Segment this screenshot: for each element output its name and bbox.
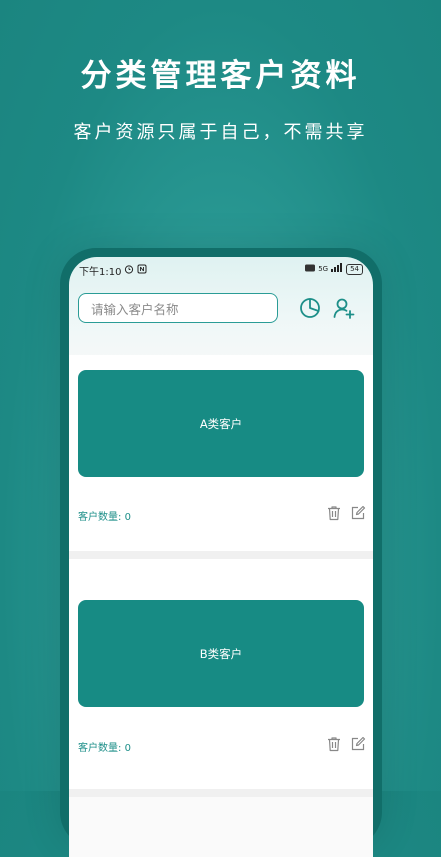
trash-icon[interactable] [326,505,342,521]
network-label: 5G [318,265,329,273]
search-input[interactable]: 请输入客户名称 [78,293,278,323]
section-divider [69,551,373,559]
status-time: 下午1:10 [79,267,122,278]
edit-icon[interactable] [350,736,366,752]
count-value: 0 [124,743,131,754]
customer-count-a: 客户数量: 0 [78,508,131,523]
count-value: 0 [124,512,131,523]
phone-frame: 下午1:10 5G 54 请输入客户名称 A类客户 客户数量: 0 B类客户 客… [60,248,382,857]
search-placeholder: 请输入客户名称 [91,301,179,317]
add-user-icon[interactable] [331,295,357,321]
battery-level: 54 [346,263,363,275]
pie-chart-icon[interactable] [297,295,323,321]
alarm-icon [124,264,134,277]
category-banner-a[interactable]: A类客户 [78,370,364,477]
trash-icon[interactable] [326,736,342,752]
count-label: 客户数量: [78,743,125,754]
phone-screen: 下午1:10 5G 54 请输入客户名称 A类客户 客户数量: 0 B类客户 客… [69,257,373,857]
section-divider [69,789,373,797]
hero-title: 分类管理客户资料 [80,58,361,94]
category-card-b: B类客户 客户数量: 0 [69,559,373,789]
category-card-a: A类客户 客户数量: 0 [69,355,373,551]
signal-icon [331,263,343,275]
hd-icon [305,264,316,275]
count-label: 客户数量: [78,512,125,523]
status-bar: 下午1:10 5G 54 [69,257,373,281]
hero-subtitle: 客户资源只属于自己，不需共享 [73,122,368,143]
customer-count-b: 客户数量: 0 [78,739,131,754]
category-banner-b[interactable]: B类客户 [78,600,364,707]
nfc-icon [137,264,147,277]
edit-icon[interactable] [350,505,366,521]
